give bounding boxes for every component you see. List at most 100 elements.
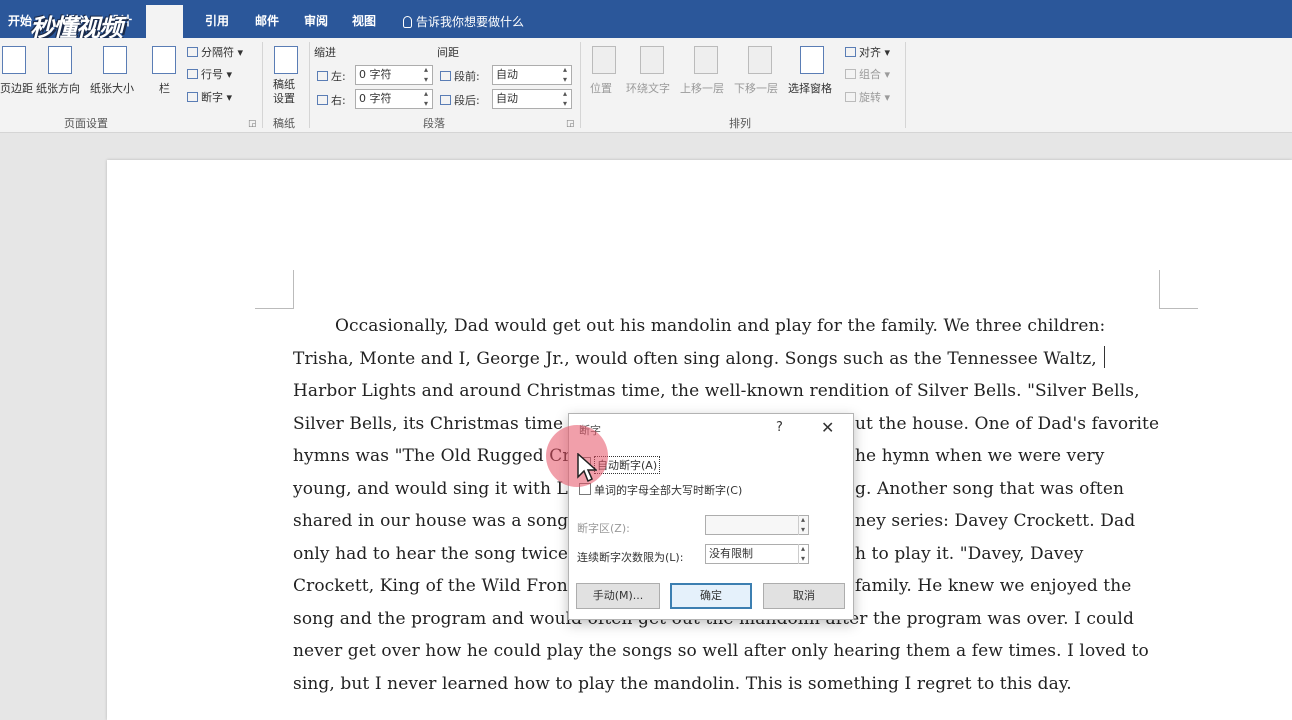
hyphenate-caps-label[interactable]: 单词的字母全部大写时断字(C) (594, 482, 742, 498)
group-divider (580, 42, 581, 128)
send-backward-icon (748, 46, 772, 74)
group-button[interactable]: 组合 ▾ (845, 66, 890, 82)
spacing-after-icon (440, 95, 451, 105)
tab-references[interactable]: 引用 (205, 12, 229, 29)
paragraph-line: Harbor Lights and around Christmas time,… (293, 381, 1140, 401)
margin-corner-right (1159, 270, 1198, 309)
align-button[interactable]: 对齐 ▾ (845, 44, 890, 60)
size-button[interactable]: 纸张大小 (90, 80, 134, 96)
columns-icon (152, 46, 176, 74)
breaks-button[interactable]: 分隔符 ▾ (187, 44, 243, 60)
position-icon (592, 46, 616, 74)
margins-button[interactable]: 页边距 (0, 80, 33, 96)
paragraph-launcher-icon[interactable]: ◲ (566, 119, 575, 129)
paragraph-line: hymns was "The Old Rugged Cr (293, 446, 571, 466)
help-button[interactable]: ? (776, 420, 783, 435)
paragraph-line-fragment: h to play it. "Davey, Davey (855, 544, 1084, 564)
group-divider (905, 42, 906, 128)
paragraph-line: only had to hear the song twice (293, 544, 569, 564)
bring-forward-button[interactable]: 上移一层 (680, 80, 724, 96)
close-icon[interactable]: ✕ (821, 418, 834, 437)
manual-button[interactable]: 手动(M)... (576, 583, 660, 609)
paragraph-line: never get over how he could play the son… (293, 641, 1149, 661)
ribbon-panel: 页边距 纸张方向 纸张大小 栏 分隔符 ▾ 行号 ▾ 断字 ▾ 页面设置 ◲ 稿… (0, 38, 1292, 133)
group-label: 组合 (859, 68, 881, 81)
tell-me-text: 告诉我你想要做什么 (416, 15, 525, 29)
paragraph-line: sing, but I never learned how to play th… (293, 674, 1072, 694)
hyphenation-button[interactable]: 断字 ▾ (187, 89, 232, 105)
tell-me-box[interactable]: 告诉我你想要做什么 (403, 13, 524, 30)
zone-label: 断字区(Z): (577, 522, 630, 535)
tab-view[interactable]: 视图 (352, 12, 376, 29)
paragraph-line-fragment: ney series: Davey Crockett. Dad (855, 511, 1136, 531)
spacing-before-input[interactable]: 自动 (492, 65, 572, 85)
paragraph-line: Crockett, King of the Wild Fron (293, 576, 568, 596)
limit-input[interactable]: 没有限制 (705, 544, 809, 564)
selection-pane-icon (800, 46, 824, 74)
tab-home[interactable]: 开始 (8, 12, 32, 29)
indent-right-label: 右: (317, 92, 346, 108)
indent-left-icon (317, 71, 328, 81)
cancel-button[interactable]: 取消 (763, 583, 845, 609)
columns-button[interactable]: 栏 (159, 80, 170, 96)
group-icon (845, 69, 856, 79)
send-backward-button[interactable]: 下移一层 (734, 80, 778, 96)
indent-left-input[interactable]: 0 字符 (355, 65, 433, 85)
paragraph-line-fragment: family. He knew we enjoyed the (855, 576, 1132, 596)
line-numbers-label: 行号 (201, 68, 223, 81)
hyphenation-dialog: 断字 ? ✕ 自动断字(A) 单词的字母全部大写时断字(C) 断字区(Z): 连… (568, 413, 854, 620)
orientation-icon (48, 46, 72, 74)
rotate-button[interactable]: 旋转 ▾ (845, 89, 890, 105)
indent-header: 缩进 (314, 46, 336, 59)
wrap-text-button[interactable]: 环绕文字 (626, 80, 670, 96)
draft-paper-icon (274, 46, 298, 74)
wrap-text-icon (640, 46, 664, 74)
rotate-label: 旋转 (859, 91, 881, 104)
align-label: 对齐 (859, 46, 881, 59)
page-setup-launcher-icon[interactable]: ◲ (248, 119, 257, 129)
spacing-before-icon (440, 71, 451, 81)
selection-pane-button[interactable]: 选择窗格 (788, 80, 832, 96)
draft-settings-button[interactable]: 稿纸 设置 (273, 78, 295, 106)
tab-layout[interactable] (146, 5, 183, 38)
zone-input[interactable] (705, 515, 809, 535)
tab-review[interactable]: 审阅 (304, 12, 328, 29)
spacing-after-input[interactable]: 自动 (492, 89, 572, 109)
paragraph-line: Trisha, Monte and I, George Jr., would o… (293, 349, 1097, 369)
paragraph-line: Occasionally, Dad would get out his mand… (335, 316, 1106, 336)
margins-icon (2, 46, 26, 74)
draft-group-label: 稿纸 (273, 117, 295, 130)
breaks-label: 分隔符 (201, 46, 234, 59)
page-setup-group-label: 页面设置 (64, 117, 108, 130)
group-divider (309, 42, 310, 128)
paragraph-line-fragment: ut the house. One of Dad's favorite (855, 414, 1160, 434)
group-divider (262, 42, 263, 128)
mouse-cursor-icon (577, 453, 597, 483)
paragraph-line: young, and would sing it with L (293, 479, 568, 499)
spacing-after-text: 段后: (454, 94, 480, 107)
indent-left-text: 左: (331, 70, 346, 83)
arrange-group-label: 排列 (729, 117, 751, 130)
indent-right-input[interactable]: 0 字符 (355, 89, 433, 109)
position-button[interactable]: 位置 (590, 80, 612, 96)
ok-button[interactable]: 确定 (670, 583, 752, 609)
hyphenation-icon (187, 92, 198, 102)
lightbulb-icon (403, 16, 412, 28)
indent-right-text: 右: (331, 94, 346, 107)
orientation-button[interactable]: 纸张方向 (36, 80, 80, 96)
limit-label: 连续断字次数限为(L): (577, 551, 684, 564)
paragraph-line: shared in our house was a song (293, 511, 569, 531)
text-caret (1104, 346, 1105, 368)
hyphenation-label: 断字 (201, 91, 223, 104)
paragraph-line: Silver Bells, its Christmas time (293, 414, 564, 434)
margin-corner-left (255, 270, 294, 309)
paragraph-line-fragment: g. Another song that was often (855, 479, 1125, 499)
bring-forward-icon (694, 46, 718, 74)
spacing-before-text: 段前: (454, 70, 480, 83)
ribbon-tab-bar: 开始 插入 设计 引用 邮件 审阅 视图 告诉我你想要做什么 秒懂视频 (0, 0, 1292, 42)
spacing-before-label: 段前: (440, 68, 480, 84)
paragraph-line-fragment: he hymn when we were very (855, 446, 1105, 466)
line-numbers-icon (187, 69, 198, 79)
line-numbers-button[interactable]: 行号 ▾ (187, 66, 232, 82)
tab-mailings[interactable]: 邮件 (255, 12, 279, 29)
